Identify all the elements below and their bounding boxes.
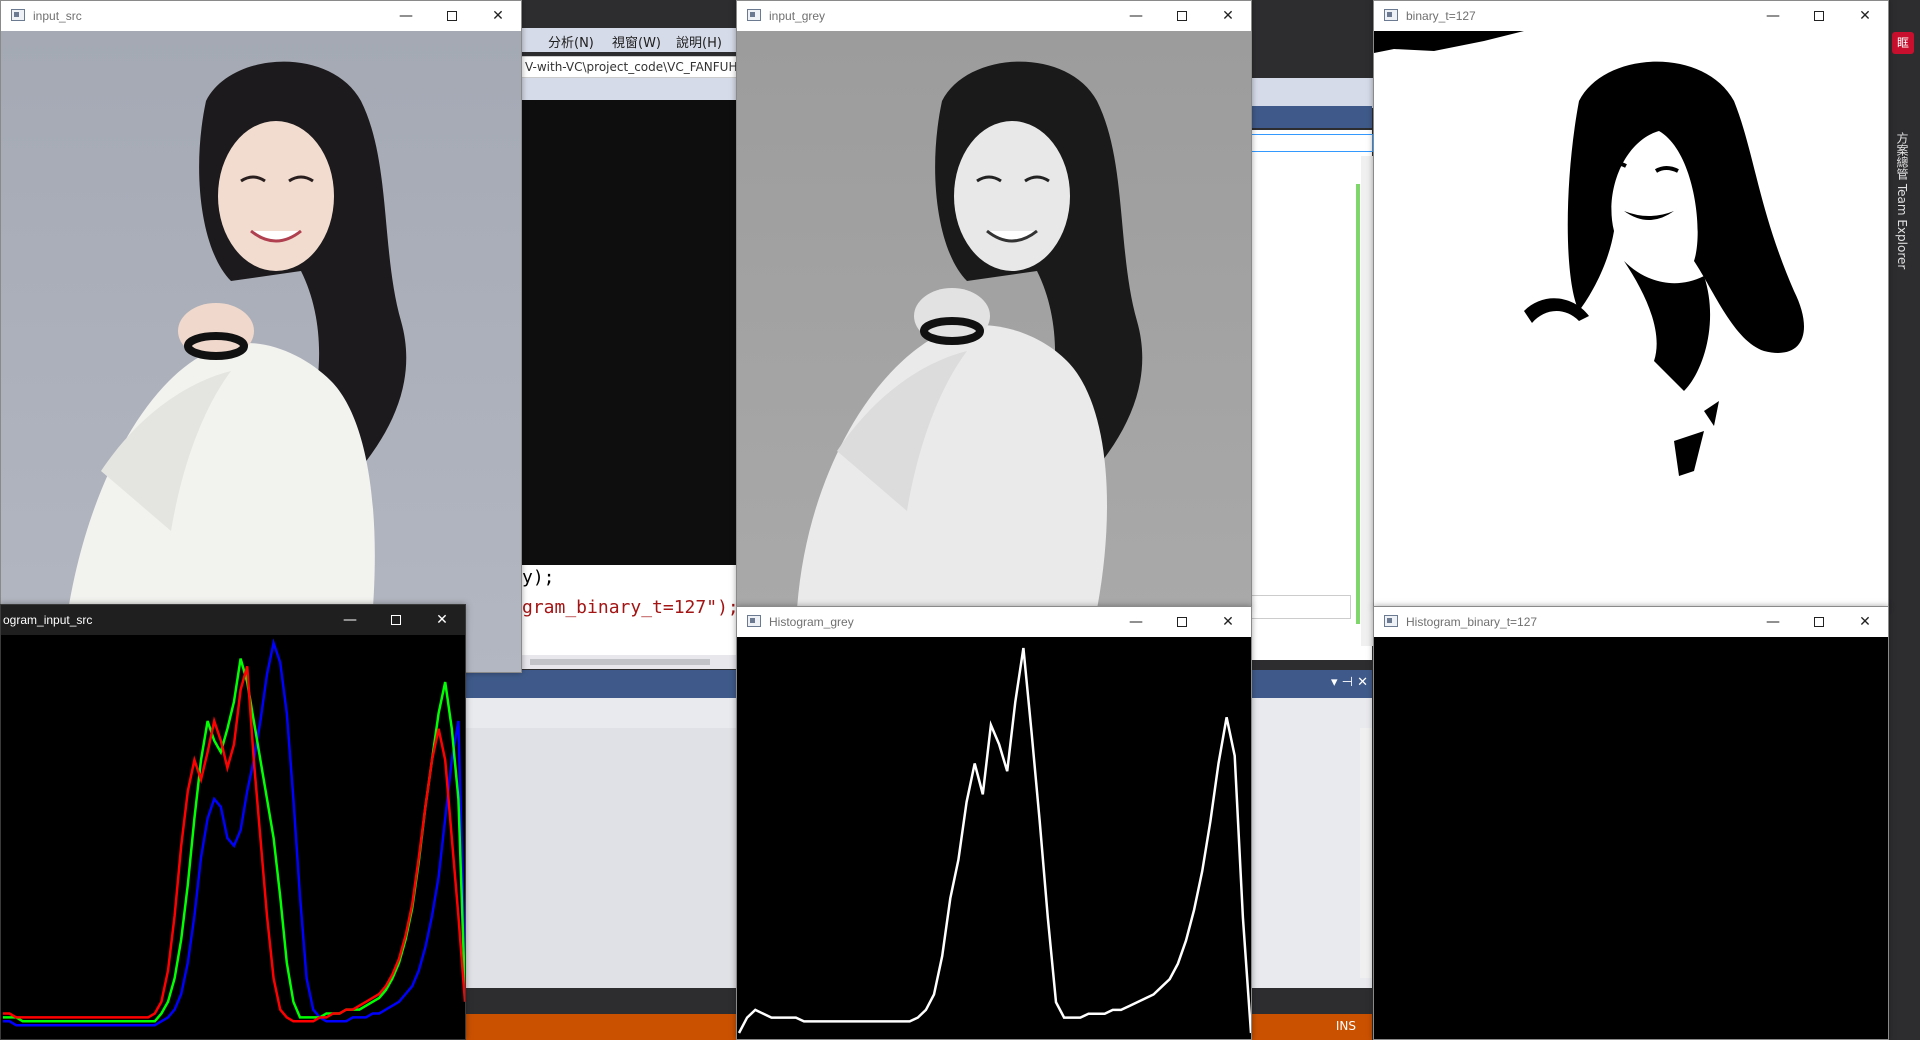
maximize-icon bbox=[1177, 11, 1187, 21]
close-button[interactable]: ✕ bbox=[475, 1, 521, 31]
window-titlebar[interactable]: input_src — ✕ bbox=[1, 1, 521, 31]
window-titlebar[interactable]: Histogram_binary_t=127 — ✕ bbox=[1374, 607, 1888, 637]
code-line-1: y); bbox=[522, 567, 555, 588]
window-binary[interactable]: binary_t=127 — ✕ bbox=[1373, 0, 1889, 608]
menu-item-window[interactable]: 視窗(W) bbox=[612, 32, 661, 51]
maximize-button[interactable] bbox=[1159, 1, 1205, 31]
window-titlebar[interactable]: input_grey — ✕ bbox=[737, 1, 1251, 31]
window-titlebar[interactable]: ogram_input_src — ✕ bbox=[1, 605, 465, 635]
maximize-button[interactable] bbox=[429, 1, 475, 31]
window-title: Histogram_binary_t=127 bbox=[1406, 615, 1538, 629]
window-title: ogram_input_src bbox=[3, 613, 93, 627]
editor-horizontal-scrollbar[interactable] bbox=[520, 655, 740, 669]
source-image bbox=[1, 31, 521, 672]
scrollbar-thumb[interactable] bbox=[530, 659, 710, 665]
window-titlebar[interactable]: Histogram_grey — ✕ bbox=[737, 607, 1251, 637]
panel-vertical-scrollbar[interactable] bbox=[1361, 156, 1373, 646]
window-app-icon bbox=[1384, 9, 1398, 21]
solution-side-panel bbox=[1250, 130, 1373, 660]
menu-item-help[interactable]: 說明(H) bbox=[676, 32, 722, 51]
change-indicator-bar bbox=[1356, 184, 1360, 624]
color-portrait-image bbox=[1, 31, 521, 672]
maximize-icon bbox=[1177, 617, 1187, 627]
output-panel-right bbox=[1250, 698, 1372, 988]
window-input-src[interactable]: input_src — ✕ bbox=[0, 0, 522, 673]
maximize-icon bbox=[447, 11, 457, 21]
histogram-binary-plot bbox=[1374, 637, 1888, 1039]
grey-portrait-image bbox=[737, 31, 1251, 607]
maximize-button[interactable] bbox=[1796, 607, 1842, 637]
window-title: input_grey bbox=[769, 9, 826, 23]
panel-combo-box[interactable] bbox=[1251, 134, 1373, 152]
window-titlebar[interactable]: binary_t=127 — ✕ bbox=[1374, 1, 1888, 31]
maximize-button[interactable] bbox=[373, 605, 419, 635]
binary-image bbox=[1374, 31, 1888, 607]
window-app-icon bbox=[11, 9, 25, 21]
insert-mode-indicator: INS bbox=[1335, 1019, 1356, 1033]
window-app-icon bbox=[747, 615, 761, 627]
close-button[interactable]: ✕ bbox=[419, 605, 465, 635]
maximize-icon bbox=[1814, 617, 1824, 627]
close-button[interactable]: ✕ bbox=[1842, 1, 1888, 31]
maximize-icon bbox=[391, 615, 401, 625]
solution-explorer-tab[interactable]: 方案總管 Team Explorer bbox=[1894, 132, 1911, 269]
minimize-button[interactable]: — bbox=[383, 1, 429, 31]
minimize-button[interactable]: — bbox=[1113, 607, 1159, 637]
histogram-src-plot bbox=[1, 635, 465, 1039]
window-input-grey[interactable]: input_grey — ✕ bbox=[736, 0, 1252, 608]
minimize-button[interactable]: — bbox=[327, 605, 373, 635]
maximize-button[interactable] bbox=[1159, 607, 1205, 637]
close-button[interactable]: ✕ bbox=[1205, 1, 1251, 31]
maximize-button[interactable] bbox=[1796, 1, 1842, 31]
code-line-2: gram_binary_t=127"); bbox=[522, 597, 739, 618]
close-button[interactable]: ✕ bbox=[1205, 607, 1251, 637]
window-histogram-grey[interactable]: Histogram_grey — ✕ bbox=[736, 606, 1252, 1040]
window-histogram-binary[interactable]: Histogram_binary_t=127 — ✕ bbox=[1373, 606, 1889, 1040]
window-histogram-input-src[interactable]: ogram_input_src — ✕ bbox=[0, 604, 466, 1040]
output-panel-body bbox=[460, 728, 740, 988]
app-badge-icon[interactable]: 眶 bbox=[1892, 32, 1914, 54]
minimize-button[interactable]: — bbox=[1750, 1, 1796, 31]
window-app-icon bbox=[1384, 615, 1398, 627]
histogram-grey-chart bbox=[737, 647, 1251, 1034]
histogram-line-white bbox=[737, 647, 1251, 1034]
binary-portrait-image bbox=[1374, 31, 1888, 607]
code-editor[interactable]: y); gram_binary_t=127"); bbox=[520, 565, 740, 655]
code-editor-dark-area[interactable] bbox=[520, 100, 740, 565]
grey-image bbox=[737, 31, 1251, 607]
output-panel bbox=[460, 698, 740, 988]
minimize-button[interactable]: — bbox=[1113, 1, 1159, 31]
close-button[interactable]: ✕ bbox=[1842, 607, 1888, 637]
output-vertical-scrollbar[interactable] bbox=[1360, 728, 1372, 978]
window-title: input_src bbox=[33, 9, 82, 23]
menu-item-analyze[interactable]: 分析(N) bbox=[548, 32, 594, 51]
minimize-button[interactable]: — bbox=[1750, 607, 1796, 637]
window-app-icon bbox=[747, 9, 761, 21]
panel-input-field[interactable] bbox=[1251, 595, 1351, 619]
window-title: Histogram_grey bbox=[769, 615, 854, 629]
maximize-icon bbox=[1814, 11, 1824, 21]
histogram-grey-plot bbox=[737, 637, 1251, 1039]
window-title: binary_t=127 bbox=[1406, 9, 1476, 23]
histogram-src-chart bbox=[3, 638, 465, 1027]
panel-header-controls[interactable]: ▾ ⊣ ✕ bbox=[1331, 675, 1368, 690]
ide-right-toolbar: 眶 方案總管 Team Explorer bbox=[1886, 26, 1920, 1040]
file-path-bar: V-with-VC\project_code\VC_FANFUHA bbox=[520, 56, 740, 78]
